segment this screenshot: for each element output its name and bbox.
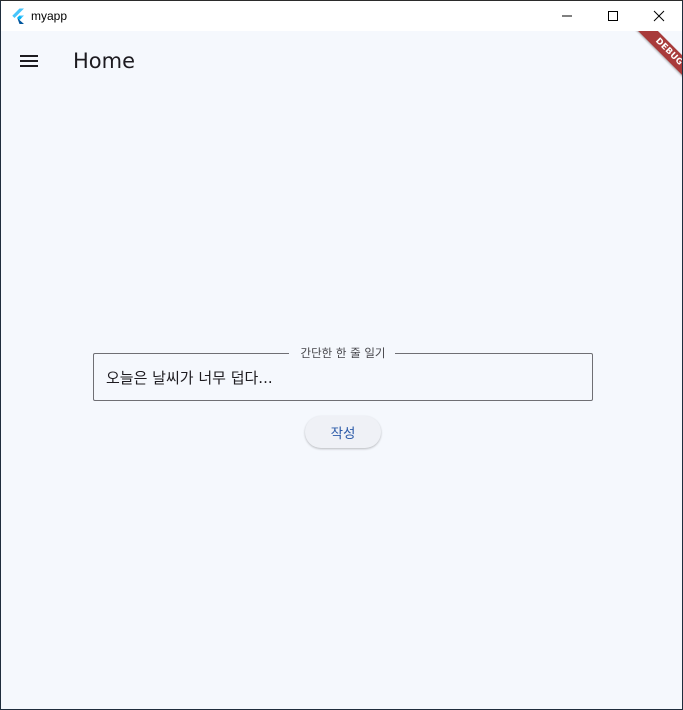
hamburger-menu-icon	[20, 55, 38, 67]
flutter-logo-icon	[12, 8, 24, 24]
window-title-bar: myapp	[1, 1, 682, 31]
close-button[interactable]	[636, 1, 682, 31]
minimize-icon	[562, 15, 572, 17]
diary-text-field[interactable]: 간단한 한 줄 일기 오늘은 날씨가 너무 덥다...	[93, 346, 593, 401]
app-window: myapp Home DEBUG 간단한 한 줄 일기 오늘은 날씨가 너무 덥…	[0, 0, 683, 710]
close-icon	[653, 10, 665, 22]
menu-button[interactable]	[10, 43, 48, 79]
app-bar: Home	[1, 31, 682, 91]
window-title: myapp	[31, 9, 68, 23]
diary-field-label: 간단한 한 줄 일기	[300, 346, 386, 360]
maximize-button[interactable]	[590, 1, 636, 31]
page-title: Home	[73, 49, 136, 73]
diary-field-value[interactable]: 오늘은 날씨가 너무 덥다...	[106, 367, 273, 389]
minimize-button[interactable]	[544, 1, 590, 31]
submit-button[interactable]: 작성	[305, 416, 381, 448]
maximize-icon	[608, 11, 618, 21]
